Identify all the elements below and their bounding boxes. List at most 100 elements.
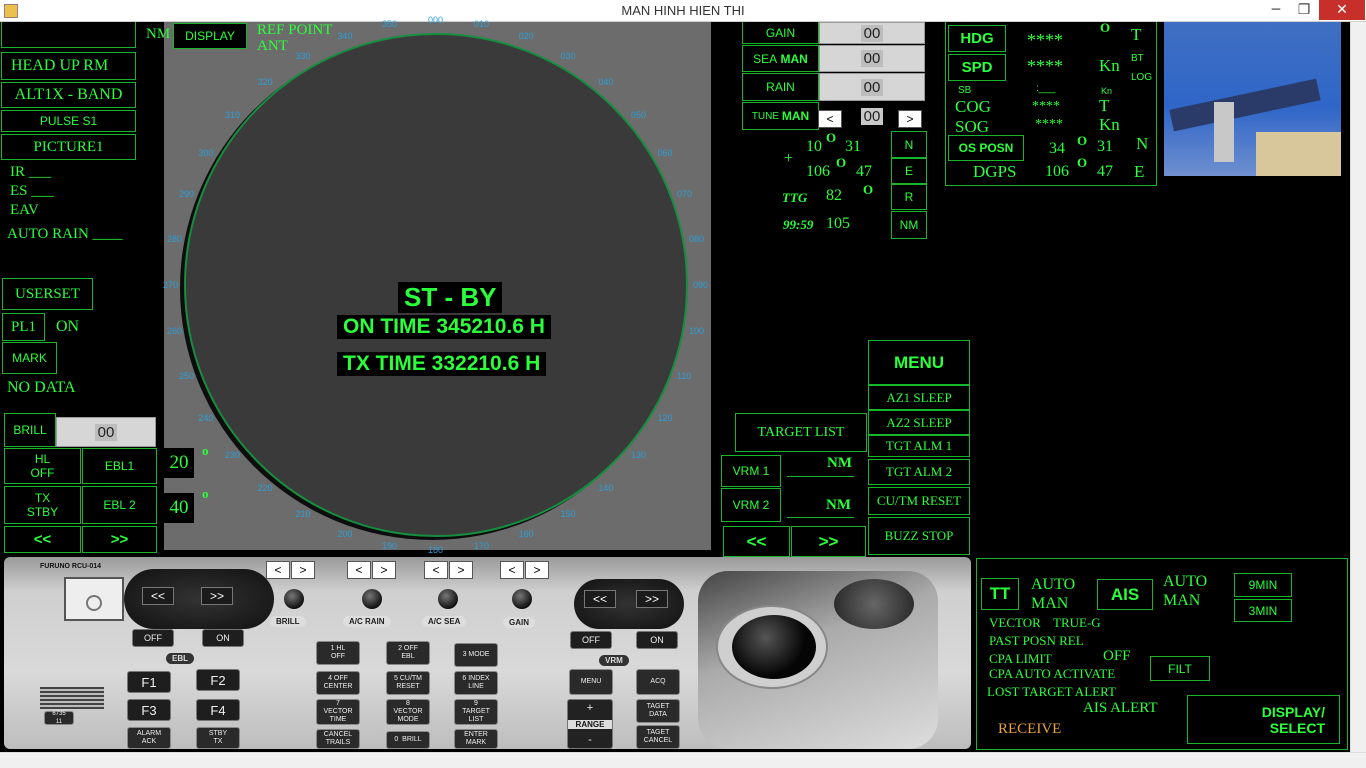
key-7-vector-time[interactable]: 7 VECTOR TIME [316,699,360,725]
gain-knob[interactable] [512,589,532,609]
gain-increase-button[interactable]: > [525,561,549,579]
target-cancel-key[interactable]: TAGET CANCEL [636,725,680,749]
vrm-on-key[interactable]: ON [636,631,678,649]
key-9-target-list[interactable]: 9 TARGET LIST [454,699,498,725]
brill-knob[interactable] [284,589,304,609]
cancel-trails-key[interactable]: CANCEL TRAILS [316,729,360,749]
ac-rain-increase-button[interactable]: > [372,561,396,579]
key-6-index-line[interactable]: 6 INDEX LINE [454,671,498,695]
gain-decrease-button[interactable]: < [500,561,524,579]
vrm-knob-left-button[interactable]: << [584,590,616,608]
9min-button[interactable]: 9MIN [1234,573,1292,597]
ebl-off-key[interactable]: OFF [132,629,174,647]
bearing-label: 270 [163,280,179,290]
display-button[interactable]: DISPLAY [173,23,247,49]
os-posn-button[interactable]: OS POSN [948,135,1024,161]
key-2-off-ebl[interactable]: 2 OFF EBL [386,641,430,665]
ebl-on-key[interactable]: ON [202,629,244,647]
menu-item-buzz-stop[interactable]: BUZZ STOP [868,517,970,555]
ebl1-button[interactable]: EBL1 [82,448,157,484]
ebl-knob-right-button[interactable]: >> [201,587,233,605]
3min-button[interactable]: 3MIN [1234,599,1292,622]
vrm-next-button[interactable]: >> [791,526,866,557]
pl1-button[interactable]: PL1 [2,313,45,341]
pulse-button[interactable]: PULSE S1 [1,110,136,132]
bearing-label: 280 [167,233,183,244]
menu-key[interactable]: MENU [569,669,613,695]
n-button[interactable]: N [891,131,927,158]
acq-key[interactable]: ACQ [636,669,680,695]
trackball-left-button[interactable] [834,579,914,629]
vertical-scrollbar[interactable] [1350,22,1366,752]
head-up-rm-button[interactable]: HEAD UP RM [1,52,136,80]
tune-increase-button[interactable]: > [898,110,922,128]
enter-mark-key[interactable]: ENTER MARK [454,729,498,749]
target-list-button[interactable]: TARGET LIST [735,413,867,452]
menu-item-az1-sleep[interactable]: AZ1 SLEEP [868,385,970,410]
ac-sea-decrease-button[interactable]: < [424,561,448,579]
close-button[interactable]: ✕ [1319,0,1365,20]
stby-tx-key[interactable]: STBY TX [196,727,240,749]
spd-button[interactable]: SPD [948,54,1006,81]
key-1-hl-off[interactable]: 1 HL OFF [316,641,360,665]
userset-button[interactable]: USERSET [2,278,93,310]
range-plus[interactable]: + [568,702,612,714]
restore-button[interactable]: ❐ [1290,0,1318,20]
power-switch[interactable] [64,577,124,621]
vrm2-button[interactable]: VRM 2 [721,488,781,522]
target-data-key[interactable]: TAGET DATA [636,699,680,723]
e-button[interactable]: E [891,158,927,184]
f3-key[interactable]: F3 [127,699,171,721]
left-next-button[interactable]: >> [82,526,157,553]
tx-stby-button[interactable]: TX STBY [4,486,81,524]
ac-rain-decrease-button[interactable]: < [347,561,371,579]
ac-rain-knob[interactable] [362,589,382,609]
hdg-button[interactable]: HDG [948,25,1006,52]
vrm-off-key[interactable]: OFF [570,631,612,649]
brill-increase-button[interactable]: > [291,561,315,579]
tune-decrease-button[interactable]: < [818,110,842,128]
mark-button[interactable]: MARK [2,342,57,374]
tt-button[interactable]: TT [981,578,1019,610]
r-button[interactable]: R [891,184,927,210]
f2-key[interactable]: F2 [196,669,240,691]
minimize-button[interactable]: ─ [1262,0,1290,20]
brill-decrease-button[interactable]: < [266,561,290,579]
key-0-brill[interactable]: 0 BRILL [386,731,430,749]
range-key[interactable]: + RANGE - [567,699,613,749]
brill-button[interactable]: BRILL [4,413,56,447]
sea-value: 00 [819,45,925,72]
key-5-cu-tm-reset[interactable]: 5 CU/TM RESET [386,671,430,695]
vrm-knob-right-button[interactable]: >> [636,590,668,608]
trackball[interactable] [732,615,816,679]
ac-sea-increase-button[interactable]: > [449,561,473,579]
ac-sea-knob[interactable] [438,589,458,609]
menu-item-tgt-alm-1[interactable]: TGT ALM 1 [868,435,970,457]
filt-button[interactable]: FILT [1150,656,1210,681]
ebl2-button[interactable]: EBL 2 [82,486,157,524]
key-8-vector-mode[interactable]: 8 VECTOR MODE [386,699,430,725]
nm-button[interactable]: NM [891,211,927,239]
menu-button[interactable]: MENU [868,340,970,385]
key-4-off-center[interactable]: 4 OFF CENTER [316,671,360,695]
vrm1-underline [787,476,854,477]
horizontal-scrollbar[interactable] [0,752,1366,768]
display-select-button[interactable]: DISPLAY/ SELECT [1187,695,1340,744]
vrm1-button[interactable]: VRM 1 [721,455,781,487]
picture-button[interactable]: PICTURE1 [1,134,136,160]
menu-item-tgt-alm-2[interactable]: TGT ALM 2 [868,459,970,485]
range-minus[interactable]: - [568,734,612,746]
f4-key[interactable]: F4 [196,699,240,721]
ais-button[interactable]: AIS [1097,579,1153,610]
f1-key[interactable]: F1 [127,671,171,693]
left-prev-button[interactable]: << [4,526,81,553]
ebl-knob-left-button[interactable]: << [142,587,174,605]
vrm-prev-button[interactable]: << [723,526,790,557]
menu-item-az2-sleep[interactable]: AZ2 SLEEP [868,410,970,435]
key-3-mode[interactable]: 3 MODE [454,643,498,667]
alarm-ack-key[interactable]: ALARM ACK [127,727,171,749]
ir-label: IR ___ [10,164,52,180]
hl-off-button[interactable]: HL OFF [4,448,81,484]
menu-item-cu-tm-reset[interactable]: CU/TM RESET [868,487,970,515]
band-button[interactable]: ALT1X - BAND [1,82,136,108]
